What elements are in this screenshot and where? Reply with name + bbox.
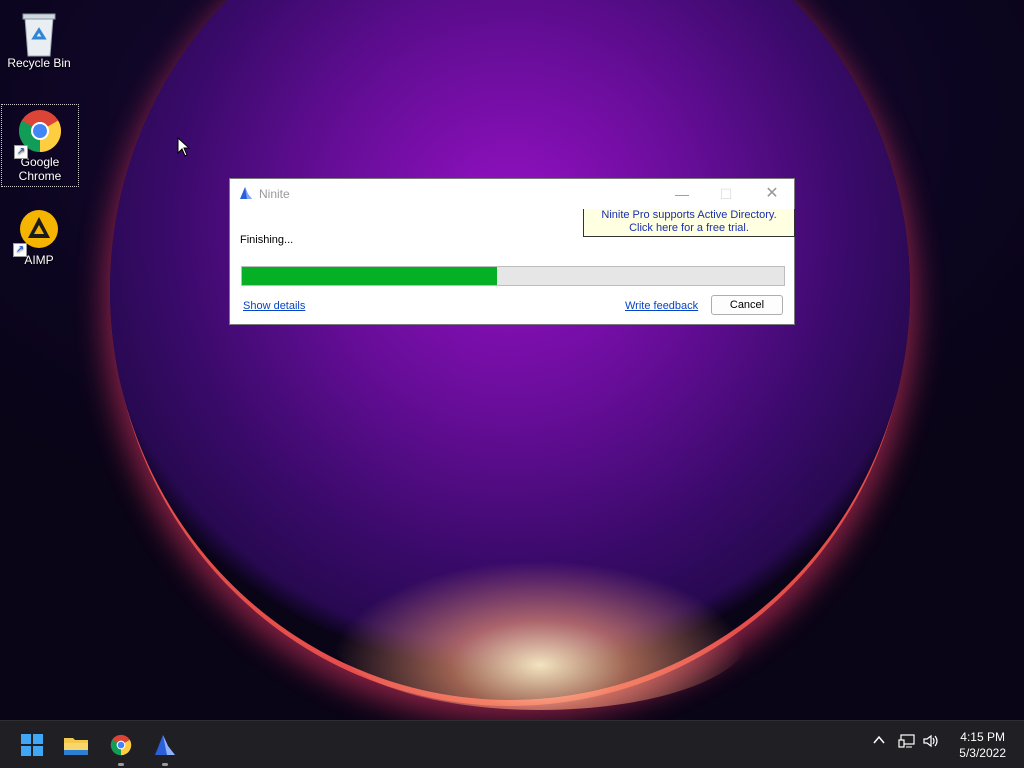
ninite-icon bbox=[238, 185, 254, 206]
promo-line2: Click here for a free trial. bbox=[629, 222, 749, 234]
wallpaper-glow bbox=[330, 560, 750, 710]
mouse-cursor-icon bbox=[177, 136, 191, 162]
status-text: Finishing... bbox=[240, 234, 294, 246]
close-button[interactable]: ✕ bbox=[752, 183, 792, 205]
dialog-title: Ninite bbox=[259, 187, 290, 201]
show-details-link[interactable]: Show details bbox=[243, 300, 305, 312]
desktop-icon-aimp[interactable]: ↗ AIMP bbox=[1, 203, 77, 267]
minimize-button[interactable]: — bbox=[662, 183, 702, 205]
maximize-button[interactable]: ☐ bbox=[706, 183, 746, 205]
volume-icon[interactable] bbox=[922, 733, 940, 752]
chrome-icon: ↗ bbox=[14, 109, 62, 159]
shortcut-arrow-icon: ↗ bbox=[13, 243, 27, 257]
clock-date: 5/3/2022 bbox=[959, 746, 1006, 760]
file-explorer-button[interactable] bbox=[60, 729, 92, 761]
chevron-up-icon[interactable] bbox=[872, 733, 886, 750]
taskbar: 4:15 PM 5/3/2022 bbox=[0, 720, 1024, 768]
aimp-icon: ↗ bbox=[13, 207, 61, 257]
running-indicator bbox=[118, 763, 124, 766]
desktop-wallpaper bbox=[0, 0, 1024, 720]
promo-line1: Ninite Pro supports Active Directory. bbox=[601, 209, 777, 221]
desktop-icon-google-chrome[interactable]: ↗ Google Chrome bbox=[1, 104, 79, 187]
running-indicator bbox=[162, 763, 168, 766]
clock-time: 4:15 PM bbox=[960, 730, 1005, 744]
chrome-taskbar-button[interactable] bbox=[105, 729, 137, 766]
ninite-taskbar-button[interactable] bbox=[149, 729, 181, 766]
start-button[interactable] bbox=[16, 729, 48, 761]
progress-bar bbox=[241, 266, 785, 286]
system-clock[interactable]: 4:15 PM 5/3/2022 bbox=[959, 729, 1006, 761]
start-icon bbox=[21, 734, 43, 756]
ninite-dialog: Ninite — ☐ ✕ Ninite Pro supports Active … bbox=[229, 178, 795, 325]
ninite-pro-promo[interactable]: Ninite Pro supports Active Directory. Cl… bbox=[583, 209, 795, 237]
ninite-icon bbox=[155, 735, 175, 755]
write-feedback-link[interactable]: Write feedback bbox=[625, 300, 698, 312]
file-explorer-icon bbox=[64, 738, 88, 755]
dialog-titlebar[interactable]: Ninite — ☐ ✕ bbox=[230, 179, 794, 207]
desktop-icon-recycle-bin[interactable]: Recycle Bin bbox=[1, 6, 77, 70]
network-icon[interactable] bbox=[898, 733, 916, 752]
chrome-icon bbox=[110, 734, 132, 756]
cancel-button[interactable]: Cancel bbox=[711, 295, 783, 315]
shortcut-arrow-icon: ↗ bbox=[14, 145, 28, 159]
desktop-icon-label: Recycle Bin bbox=[7, 56, 71, 70]
progress-fill bbox=[242, 267, 497, 285]
recycle-bin-icon bbox=[17, 10, 61, 57]
desktop-icon-label-line2: Chrome bbox=[18, 169, 62, 183]
